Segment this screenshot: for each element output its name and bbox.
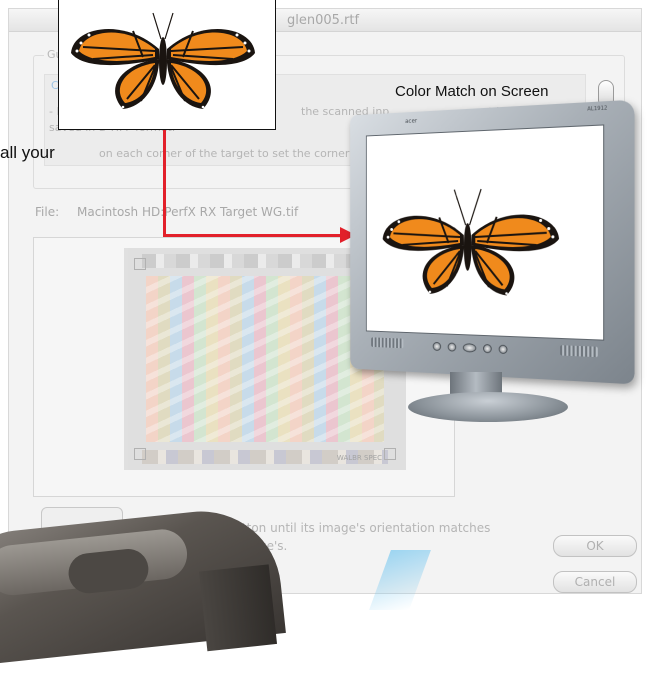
target-corner-text: WALBR SPEC: [336, 454, 382, 462]
monitor-model: AL1912: [587, 105, 608, 113]
monitor-button[interactable]: [432, 341, 442, 351]
monarch-butterfly-icon: [71, 12, 255, 109]
monitor-brand: acer: [405, 117, 418, 125]
ok-button[interactable]: OK: [553, 535, 637, 557]
monarch-butterfly-icon: [382, 126, 560, 296]
lcd-monitor: acer AL1912: [338, 99, 638, 422]
monitor-button[interactable]: [447, 341, 457, 352]
scanner-side: [199, 564, 278, 652]
corner-marker-top-left[interactable]: [134, 258, 146, 270]
monitor-controls: [432, 340, 526, 356]
power-button-icon[interactable]: [498, 344, 508, 354]
scanner-device: [0, 503, 286, 667]
caption-fragment: all your: [0, 143, 55, 162]
speaker-left: [371, 337, 404, 349]
monitor-button[interactable]: [462, 342, 477, 353]
color-match-label: Color Match on Screen: [395, 83, 549, 100]
speaker-right: [560, 345, 598, 358]
scanner-bump: [66, 547, 151, 596]
scanned-butterfly-photo: [58, 0, 276, 130]
file-label: File:: [35, 205, 60, 219]
cancel-button[interactable]: Cancel: [553, 571, 637, 593]
monitor-button[interactable]: [483, 343, 492, 353]
corner-marker-bottom-right[interactable]: [384, 448, 396, 460]
monitor-stand: [408, 392, 568, 422]
corner-marker-bottom-left[interactable]: [134, 448, 146, 460]
arrow-horizontal-segment: [163, 234, 343, 237]
info-line-3: on each corner of the target to set the …: [99, 147, 376, 160]
file-path: Macintosh HD:PerfX RX Target WG.tif: [77, 205, 299, 219]
monitor-bezel: acer AL1912: [350, 99, 635, 385]
arrow-vertical-segment: [163, 128, 166, 236]
monitor-screen: [365, 124, 605, 341]
window-title: glen005.rtf: [287, 13, 360, 28]
